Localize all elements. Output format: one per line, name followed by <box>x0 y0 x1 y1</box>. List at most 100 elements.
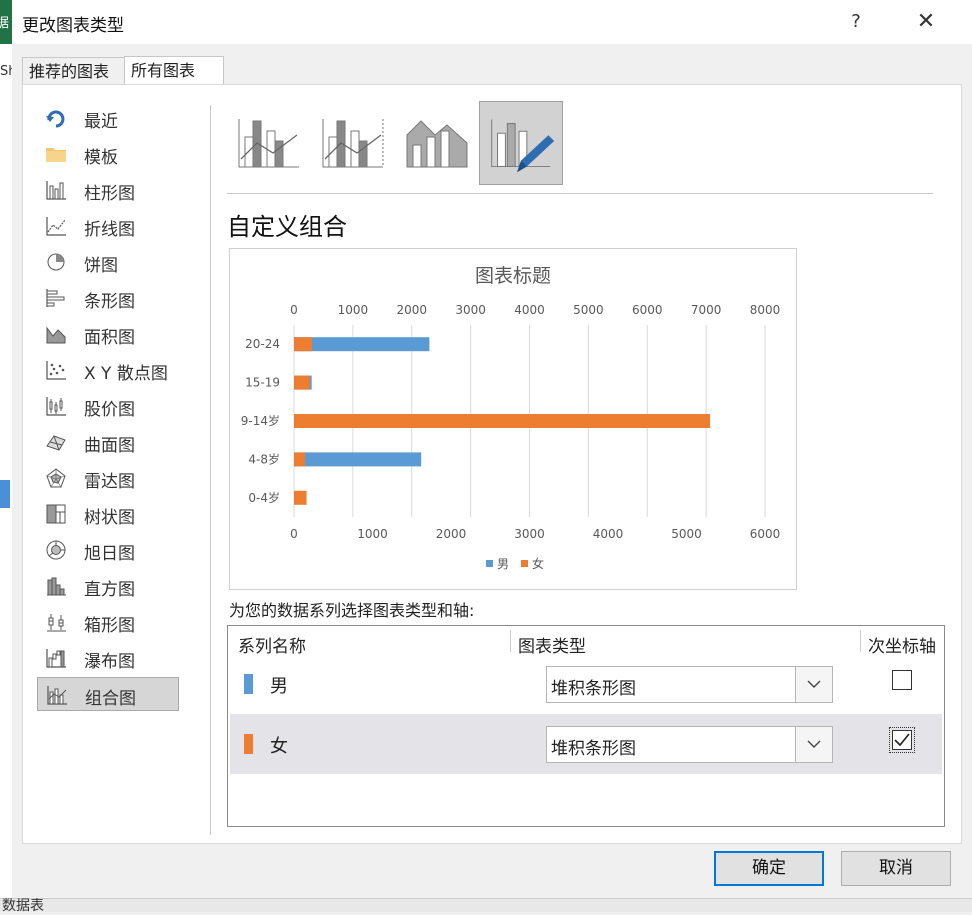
top-axis-tick-label: 7000 <box>691 303 722 317</box>
legend-label: 女 <box>532 556 544 571</box>
sidebar-item-label: 最近 <box>84 112 118 132</box>
series-color-swatch <box>244 674 253 694</box>
sidebar-item-surface[interactable]: 曲面图 <box>37 425 179 459</box>
sidebar-item-label: 树状图 <box>84 508 135 528</box>
combo-type-clustered-column-line[interactable] <box>227 101 311 185</box>
sidebar-item-waterfall[interactable]: 瀑布图 <box>37 641 179 675</box>
series-name: 女 <box>270 736 288 757</box>
app-ribbon-fragment: 据 <box>0 0 12 44</box>
section-title: 自定义组合 <box>227 213 347 241</box>
dropdown-button[interactable] <box>795 667 832 702</box>
series-name: 男 <box>270 676 288 697</box>
radar-chart-icon <box>46 468 66 488</box>
sidebar-item-sunburst[interactable]: 旭日图 <box>37 533 179 567</box>
scatter-chart-icon <box>46 361 66 380</box>
sidebar-item-area[interactable]: 面积图 <box>37 317 179 351</box>
category-label: 0-4岁 <box>248 490 280 505</box>
stock-chart-icon <box>46 397 66 416</box>
bottom-axis-tick-label: 3000 <box>514 527 545 541</box>
pie-chart-icon <box>47 253 65 271</box>
category-label: 4-8岁 <box>248 451 280 466</box>
bar-男 <box>294 452 422 467</box>
line-chart-icon <box>46 217 66 236</box>
bar-女 <box>294 414 711 428</box>
bottom-axis-tick-label: 4000 <box>593 527 624 541</box>
sidebar-item-label: 面积图 <box>84 328 135 348</box>
sidebar-item-templates[interactable]: 模板 <box>37 137 179 171</box>
bar-女 <box>294 375 310 390</box>
sidebar-item-label: 箱形图 <box>84 616 135 636</box>
waterfall-chart-icon <box>46 649 66 668</box>
chart-type-value: 堆积条形图 <box>551 679 636 699</box>
sidebar-item-label: 股价图 <box>84 400 135 420</box>
sidebar-item-combo[interactable]: 组合图 <box>37 677 179 711</box>
combo-type-stacked-area-column[interactable] <box>395 101 479 185</box>
series-table: 系列名称 图表类型 次坐标轴 男 堆积条形图 女 堆积条形图 <box>227 625 945 827</box>
table-row: 男 堆积条形图 <box>230 654 942 714</box>
secondary-axis-checkbox[interactable] <box>889 727 915 753</box>
sidebar-item-radar[interactable]: 雷达图 <box>37 461 179 495</box>
combo-type-clustered-column-line-secondary[interactable] <box>311 101 395 185</box>
chart-type-select[interactable]: 堆积条形图 <box>546 666 833 703</box>
dropdown-button[interactable] <box>795 727 832 762</box>
chart-type-select[interactable]: 堆积条形图 <box>546 726 833 763</box>
category-label: 15-19 <box>245 376 280 390</box>
header-separator <box>510 630 511 652</box>
sheet-fragment: Sh <box>0 44 17 911</box>
tab-recommended-charts[interactable]: 推荐的图表 <box>22 57 130 85</box>
legend-swatch <box>521 560 528 567</box>
sidebar-item-histogram[interactable]: 直方图 <box>37 569 179 603</box>
checkmark-icon <box>894 733 910 747</box>
sidebar-item-recent[interactable]: 最近 <box>37 101 179 135</box>
chevron-down-icon <box>807 740 821 748</box>
category-label: 9-14岁 <box>241 413 280 428</box>
box-chart-icon <box>47 614 66 632</box>
sidebar-item-line[interactable]: 折线图 <box>37 209 179 243</box>
sidebar-item-stock[interactable]: 股价图 <box>37 389 179 423</box>
sidebar-item-column[interactable]: 柱形图 <box>37 173 179 207</box>
sidebar-item-label: 瀑布图 <box>84 652 135 672</box>
chevron-down-icon <box>807 680 821 688</box>
treemap-chart-icon <box>46 504 66 524</box>
dialog-titlebar: 更改图表类型 ? ✕ <box>12 0 972 44</box>
series-table-label: 为您的数据系列选择图表类型和轴: <box>229 601 475 620</box>
sidebar-item-label: 曲面图 <box>84 436 135 456</box>
sunburst-chart-icon <box>46 540 66 560</box>
sheet-tab-fragment: 数据表 <box>2 898 44 914</box>
dialog-title: 更改图表类型 <box>22 16 124 36</box>
sidebar-item-pie[interactable]: 饼图 <box>37 245 179 279</box>
tab-all-charts[interactable]: 所有图表 <box>124 56 224 86</box>
help-button[interactable]: ? <box>838 8 874 36</box>
bar-女 <box>294 337 313 352</box>
folder-icon <box>46 148 66 162</box>
sidebar-item-scatter[interactable]: X Y 散点图 <box>37 353 179 387</box>
ok-button[interactable]: 确定 <box>714 851 824 886</box>
ribbon-text-fragment: 据 <box>0 16 10 31</box>
bar-女 <box>294 452 305 467</box>
top-axis-tick-label: 2000 <box>396 303 427 317</box>
bottom-axis-tick-label: 5000 <box>671 527 702 541</box>
change-chart-type-dialog: 更改图表类型 ? ✕ 推荐的图表 所有图表 最近 模板 柱形图 折线图 饼图 条… <box>12 0 972 898</box>
sidebar-item-label: 折线图 <box>84 220 135 240</box>
chart-title: 图表标题 <box>475 265 551 287</box>
bottom-axis-tick-label: 0 <box>290 527 298 541</box>
sidebar-item-box[interactable]: 箱形图 <box>37 605 179 639</box>
sidebar-item-label: 旭日图 <box>84 544 135 564</box>
sidebar-item-treemap[interactable]: 树状图 <box>37 497 179 531</box>
legend-swatch <box>486 560 493 567</box>
sidebar-item-label: 模板 <box>84 148 118 168</box>
secondary-axis-checkbox[interactable] <box>892 670 912 690</box>
header-separator <box>860 630 861 652</box>
sidebar-item-label: 柱形图 <box>84 184 135 204</box>
sidebar-item-bar[interactable]: 条形图 <box>37 281 179 315</box>
legend-label: 男 <box>497 557 509 571</box>
bottom-axis-tick-label: 1000 <box>357 527 388 541</box>
cancel-button[interactable]: 取消 <box>841 851 951 886</box>
selected-cell-fragment <box>0 480 10 508</box>
combo-type-custom-combination[interactable] <box>479 101 563 185</box>
close-button[interactable]: ✕ <box>908 8 944 36</box>
type-divider <box>227 193 933 194</box>
table-row: 女 堆积条形图 <box>230 714 942 774</box>
surface-chart-icon <box>46 435 66 451</box>
histogram-chart-icon <box>47 577 66 596</box>
